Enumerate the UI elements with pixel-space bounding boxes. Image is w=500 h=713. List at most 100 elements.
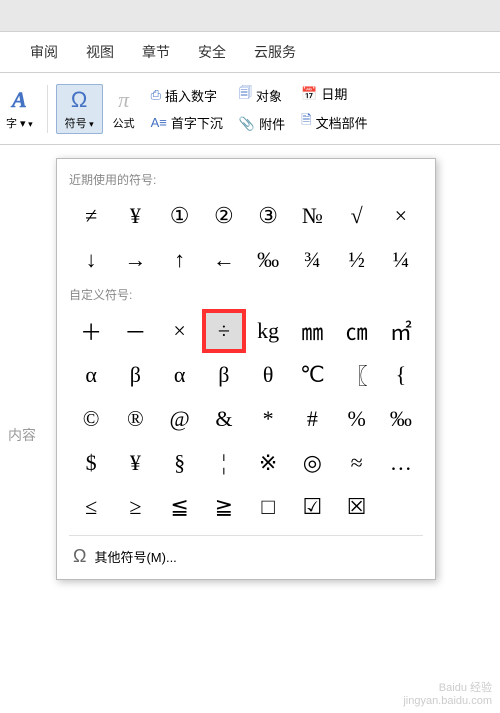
- date-label: 日期: [321, 84, 347, 103]
- formula-button[interactable]: π 公式: [107, 85, 141, 133]
- symbol-cell[interactable]: ㎡: [379, 309, 423, 353]
- attachment-label: 附件: [259, 114, 285, 133]
- symbol-cell[interactable]: ≦: [158, 485, 202, 529]
- more-symbols-label: 其他符号(M)...: [94, 547, 176, 566]
- symbol-cell[interactable]: #: [290, 397, 334, 441]
- ribbon-toolbar: A 字 ▾ Ω 符号 π 公式 ⎙ 插入数字 A≡ 首字下沉 🗐 对象 📎 附件…: [0, 73, 500, 145]
- symbol-cell[interactable]: ¥: [113, 194, 157, 238]
- tab-security[interactable]: 安全: [198, 42, 226, 62]
- symbol-cell[interactable]: ℃: [290, 353, 334, 397]
- wordart-button[interactable]: A 字 ▾: [0, 85, 39, 133]
- symbol-cell[interactable]: ×: [379, 194, 423, 238]
- symbol-cell[interactable]: ◎: [290, 441, 334, 485]
- symbol-cell[interactable]: ≤: [69, 485, 113, 529]
- symbol-cell[interactable]: ‰: [246, 238, 290, 282]
- tab-chapter[interactable]: 章节: [142, 42, 170, 62]
- symbol-cell[interactable]: ※: [246, 441, 290, 485]
- symbol-cell[interactable]: □: [246, 485, 290, 529]
- symbol-cell[interactable]: ¼: [379, 238, 423, 282]
- symbol-cell[interactable]: ←: [202, 238, 246, 282]
- symbol-cell[interactable]: ≥: [113, 485, 157, 529]
- custom-symbols-grid: ＋－×÷kg㎜㎝㎡αβαβθ℃〖{©®@&*#%‰$¥§¦※◎≈…≤≥≦≧□☑☒: [69, 309, 423, 529]
- symbol-cell[interactable]: ×: [158, 309, 202, 353]
- symbol-cell[interactable]: @: [158, 397, 202, 441]
- symbol-cell[interactable]: β: [202, 353, 246, 397]
- dropcap-icon: A≡: [151, 115, 167, 130]
- formula-label: 公式: [113, 115, 135, 131]
- symbol-cell[interactable]: ☑: [290, 485, 334, 529]
- tab-cloud[interactable]: 云服务: [254, 42, 296, 62]
- insert-number-label: 插入数字: [165, 86, 217, 105]
- calendar-icon: 📅: [301, 86, 317, 102]
- symbol-cell[interactable]: ½: [335, 238, 379, 282]
- custom-symbols-label: 自定义符号:: [69, 286, 423, 303]
- dropcap-button[interactable]: A≡ 首字下沉: [145, 110, 229, 135]
- object-label: 对象: [256, 86, 282, 105]
- symbol-dropdown: 近期使用的符号: ≠¥①②③№√×↓→↑←‰¾½¼ 自定义符号: ＋－×÷kg㎜…: [56, 158, 436, 580]
- symbol-cell[interactable]: ©: [69, 397, 113, 441]
- symbol-cell[interactable]: θ: [246, 353, 290, 397]
- recent-symbols-grid: ≠¥①②③№√× ↓→↑←‰¾½¼: [69, 194, 423, 282]
- ribbon-group-2: 🗐 对象 📎 附件: [233, 81, 291, 136]
- wordart-label: 字 ▾: [6, 115, 33, 131]
- symbol-cell[interactable]: ☒: [335, 485, 379, 529]
- symbol-cell[interactable]: ®: [113, 397, 157, 441]
- document-placeholder: 内容: [0, 425, 36, 445]
- ribbon-group-1: ⎙ 插入数字 A≡ 首字下沉: [145, 83, 229, 135]
- attachment-button[interactable]: 📎 附件: [233, 111, 291, 136]
- symbol-cell[interactable]: ②: [202, 194, 246, 238]
- dropcap-label: 首字下沉: [171, 113, 223, 132]
- symbol-cell[interactable]: ↓: [69, 238, 113, 282]
- symbol-cell[interactable]: ¦: [202, 441, 246, 485]
- symbol-cell[interactable]: №: [290, 194, 334, 238]
- omega-icon: Ω: [73, 546, 86, 567]
- symbol-cell[interactable]: 〖: [335, 353, 379, 397]
- watermark-url: jingyan.baidu.com: [403, 695, 492, 707]
- symbol-cell[interactable]: kg: [246, 309, 290, 353]
- symbol-cell[interactable]: ①: [158, 194, 202, 238]
- symbol-cell[interactable]: ＋: [69, 309, 113, 353]
- symbol-cell[interactable]: &: [202, 397, 246, 441]
- object-button[interactable]: 🗐 对象: [233, 81, 291, 109]
- symbol-cell[interactable]: ↑: [158, 238, 202, 282]
- separator: [47, 85, 48, 133]
- symbol-cell[interactable]: ㎝: [335, 309, 379, 353]
- symbol-cell[interactable]: α: [69, 353, 113, 397]
- ribbon-group-3: 📅 日期 🗎 文档部件: [295, 81, 373, 136]
- symbol-button[interactable]: Ω 符号: [56, 84, 103, 134]
- omega-icon: Ω: [71, 87, 87, 113]
- pi-icon: π: [118, 87, 129, 113]
- insert-number-button[interactable]: ⎙ 插入数字: [145, 83, 229, 108]
- symbol-cell[interactable]: α: [158, 353, 202, 397]
- tab-review[interactable]: 审阅: [30, 42, 58, 62]
- symbol-cell[interactable]: …: [379, 441, 423, 485]
- date-button[interactable]: 📅 日期: [295, 81, 373, 106]
- symbol-cell[interactable]: ㎜: [290, 309, 334, 353]
- symbol-cell[interactable]: ≈: [335, 441, 379, 485]
- symbol-cell[interactable]: ≧: [202, 485, 246, 529]
- symbol-cell[interactable]: ¥: [113, 441, 157, 485]
- symbol-cell[interactable]: －: [113, 309, 157, 353]
- symbol-cell[interactable]: ‰: [379, 397, 423, 441]
- symbol-cell[interactable]: β: [113, 353, 157, 397]
- symbol-cell[interactable]: →: [113, 238, 157, 282]
- symbol-cell[interactable]: *: [246, 397, 290, 441]
- wordart-icon: A: [12, 87, 27, 113]
- number-icon: ⎙: [151, 87, 161, 103]
- paperclip-icon: 📎: [239, 116, 255, 132]
- docparts-icon: 🗎: [301, 111, 311, 133]
- symbol-cell[interactable]: ¾: [290, 238, 334, 282]
- ribbon-tabs: 审阅 视图 章节 安全 云服务: [0, 32, 500, 73]
- symbol-cell[interactable]: √: [335, 194, 379, 238]
- symbol-cell[interactable]: {: [379, 353, 423, 397]
- watermark-brand: Baidu 经验: [403, 679, 492, 695]
- symbol-cell[interactable]: ÷: [202, 309, 246, 353]
- more-symbols-button[interactable]: Ω 其他符号(M)...: [69, 535, 423, 573]
- tab-view[interactable]: 视图: [86, 42, 114, 62]
- docparts-button[interactable]: 🗎 文档部件: [295, 108, 373, 136]
- symbol-cell[interactable]: $: [69, 441, 113, 485]
- symbol-cell[interactable]: ≠: [69, 194, 113, 238]
- symbol-cell[interactable]: ③: [246, 194, 290, 238]
- symbol-cell[interactable]: §: [158, 441, 202, 485]
- symbol-cell[interactable]: %: [335, 397, 379, 441]
